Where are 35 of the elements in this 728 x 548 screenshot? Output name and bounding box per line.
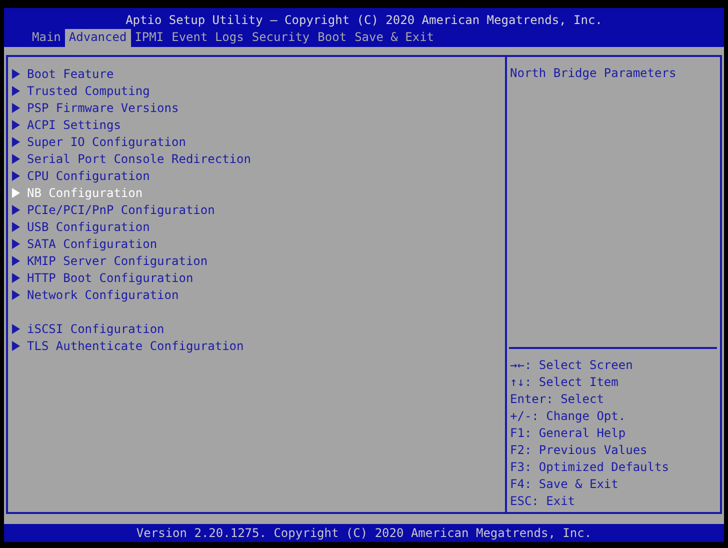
menu-item[interactable]: Boot Feature: [12, 65, 505, 82]
key-hint: F4: Save & Exit: [510, 476, 620, 493]
menu-item[interactable]: TLS Authenticate Configuration: [12, 337, 505, 354]
menu-tab[interactable]: IPMI: [130, 29, 168, 47]
menu-item[interactable]: NB Configuration: [12, 184, 505, 201]
menu-item[interactable]: PCIe/PCI/PnP Configuration: [12, 201, 505, 218]
version-text: Version 2.20.1275. Copyright (C) 2020 American Megatrends, Inc.: [136, 526, 592, 540]
menu-tab[interactable]: Security: [248, 29, 314, 47]
menu-item[interactable]: KMIP Server Configuration: [12, 252, 505, 269]
menu-item[interactable]: ACPI Settings: [12, 116, 505, 133]
key-hint: →←: Select Screen: [510, 357, 634, 374]
menu-tab[interactable]: Advanced: [64, 29, 131, 47]
menu-tab[interactable]: Main: [28, 29, 65, 47]
key-hint: F2: Previous Values: [510, 442, 648, 459]
key-hint: +/-: Change Opt.: [510, 408, 627, 425]
window-title: Aptio Setup Utility – Copyright (C) 2020 American Megatrends, Inc.: [124, 12, 604, 29]
menu-item[interactable]: Network Configuration: [12, 286, 505, 303]
key-hint: ESC: Exit: [510, 493, 576, 510]
menu-item[interactable]: HTTP Boot Configuration: [12, 269, 505, 286]
menu-tab[interactable]: Event Logs: [168, 29, 248, 47]
menu-item[interactable]: SATA Configuration: [12, 235, 505, 252]
key-hint: Enter: Select: [510, 391, 605, 408]
key-hint: F1: General Help: [510, 425, 627, 442]
menu-item[interactable]: Super IO Configuration: [12, 133, 505, 150]
menu-tab[interactable]: Save & Exit: [350, 29, 438, 47]
menu-item[interactable]: Trusted Computing: [12, 82, 505, 99]
menu-tab[interactable]: Boot: [314, 29, 351, 47]
menu-item[interactable]: PSP Firmware Versions: [12, 99, 505, 116]
help-description: North Bridge Parameters: [509, 65, 678, 82]
key-hint: ↑↓: Select Item: [510, 374, 620, 391]
menu-item[interactable]: USB Configuration: [12, 218, 505, 235]
menu-item[interactable]: Serial Port Console Redirection: [12, 150, 505, 167]
key-hint: F3: Optimized Defaults: [510, 459, 670, 476]
menu-item[interactable]: iSCSI Configuration: [12, 320, 505, 337]
menu-item[interactable]: CPU Configuration: [12, 167, 505, 184]
